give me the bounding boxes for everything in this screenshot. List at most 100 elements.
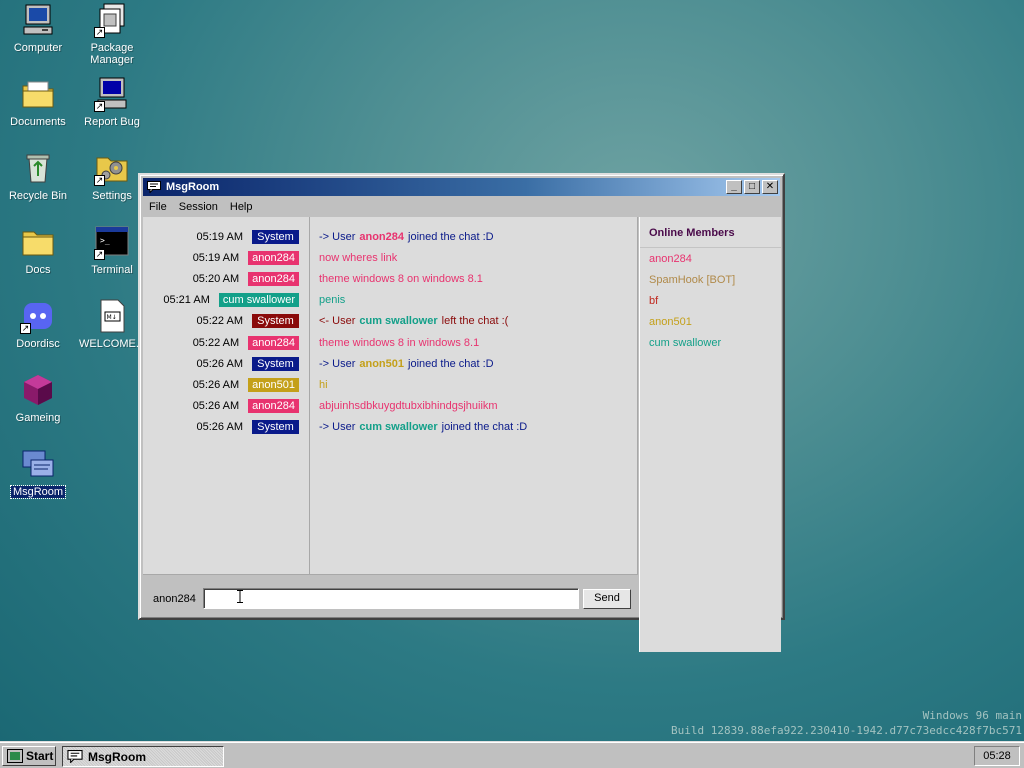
menu-session[interactable]: Session [173,201,224,213]
desktop-icon-doordisc[interactable]: ↗ Doordisc [0,298,76,350]
member-item[interactable]: cum swallower [649,337,721,349]
report-bug-icon: ↗ [94,76,130,112]
taskbar-item-label: MsgRoom [88,749,146,764]
members-divider [640,247,781,248]
package-manager-icon: ↗ [94,2,130,38]
message-meta-row: 05:22 AM anon284 [193,332,299,353]
markdown-file-icon: M↓ [94,298,130,334]
message-author-badge[interactable]: anon284 [248,271,299,286]
shortcut-arrow-icon: ↗ [94,249,105,260]
desktop-icon-label: MsgRoom [9,485,67,499]
watermark-line-1: Windows 96 main [922,709,1022,722]
message-timestamp: 05:26 AM [192,378,240,391]
event-username: cum swallower [359,315,438,328]
desktop-icon-docs[interactable]: Docs [0,224,76,276]
message-meta-row: 05:19 AM anon284 [193,247,299,268]
message-text: penis [319,294,346,307]
members-title: Online Members [649,227,735,239]
msgroom-window: MsgRoom _ □ ✕ File Session Help 05:19 AM… [138,173,785,652]
message-text: abjuinhsdbkuygdtubxibhindgsjhuiikm [319,400,498,413]
shortcut-arrow-icon: ↗ [94,101,105,112]
chat-bubble-icon [67,750,83,763]
documents-folder-icon [20,76,56,112]
member-item[interactable]: SpamHook [BOT] [649,274,735,286]
event-username: cum swallower [359,421,438,434]
build-watermark: Windows 96 main Build 12839.88efa922.230… [671,708,1022,738]
message-author-badge[interactable]: anon284 [248,250,299,265]
desktop-icon-label: Doordisc [16,338,60,350]
desktop-icon-label: Recycle Bin [8,190,68,202]
menu-file[interactable]: File [143,201,173,213]
computer-icon [20,2,56,38]
message-text: now wheres link [319,251,398,264]
desktop-icon-documents[interactable]: Documents [0,76,76,128]
send-button[interactable]: Send [583,589,631,609]
message-author-badge[interactable]: anon284 [248,335,299,350]
message-timestamp: 05:22 AM [192,336,240,349]
desktop-icon-report-bug[interactable]: ↗ Report Bug [74,76,150,128]
message-text-row: -> User anon501 joined the chat :D [319,353,494,374]
svg-text:M↓: M↓ [107,314,117,321]
title-bar[interactable]: MsgRoom _ □ ✕ [143,178,780,196]
message-author-badge[interactable]: System [252,356,299,371]
message-timestamp: 05:19 AM [192,251,240,264]
member-item[interactable]: anon284 [649,253,692,265]
message-text-row: now wheres link [319,247,397,268]
desktop-icon-label: Terminal [91,264,133,276]
message-meta-row: 05:20 AM anon284 [193,268,299,289]
message-timestamp: 05:26 AM [196,357,243,370]
desktop-icon-package-manager[interactable]: ↗ Package Manager [74,2,150,66]
message-input[interactable] [203,588,579,609]
taskbar-item-msgroom[interactable]: MsgRoom [62,746,224,767]
message-meta-row: 05:19 AM System [197,226,299,247]
minimize-button[interactable]: _ [726,180,742,194]
desktop-icon-label: Docs [25,264,51,276]
message-timestamp: 05:26 AM [192,400,240,413]
taskbar: Start MsgRoom 05:28 [0,741,1024,768]
message-timestamp: 05:20 AM [192,272,240,285]
start-button[interactable]: Start [2,746,56,766]
message-author-badge[interactable]: System [252,229,299,244]
event-username: anon501 [359,357,405,370]
message-text-row: penis [319,290,345,311]
desktop-icon-computer[interactable]: Computer [0,2,76,54]
message-text-row: <- User cum swallower left the chat :( [319,311,508,332]
settings-icon: ↗ [94,150,130,186]
desktop-icon-label: Computer [13,42,63,54]
message-timestamp: 05:19 AM [196,230,243,243]
taskbar-clock: 05:28 [974,746,1020,766]
maximize-button[interactable]: □ [744,180,760,194]
message-text-row: -> User anon284 joined the chat :D [319,226,494,247]
desktop-icon-gameing[interactable]: Gameing [0,372,76,424]
menu-help[interactable]: Help [224,201,259,213]
member-item[interactable]: bf [649,295,658,307]
close-button[interactable]: ✕ [762,180,778,194]
message-author-badge[interactable]: cum swallower [218,293,299,308]
text-cursor-icon [237,590,243,603]
event-suffix: left the chat :( [441,315,509,328]
doordisc-icon: ↗ [20,298,56,334]
desktop-icon-label: WELCOME... [78,338,145,350]
chat-log[interactable]: 05:19 AM System 05:19 AM anon284 05:20 AM ano… [143,217,638,575]
message-text: hi [319,378,328,391]
shortcut-arrow-icon: ↗ [20,323,31,334]
desktop-icon-label: Report Bug [84,116,140,128]
message-text: theme windows 8 in windows 8.1 [319,336,480,349]
window-title: MsgRoom [166,181,220,193]
member-item[interactable]: anon501 [649,316,692,328]
desktop-icon-label: Gameing [15,412,61,424]
message-text-row: theme windows 8 on windows 8.1 [319,268,483,289]
message-author-badge[interactable]: anon284 [248,399,299,414]
shortcut-arrow-icon: ↗ [94,175,105,186]
message-author-badge[interactable]: System [252,314,299,329]
desktop-icon-msgroom[interactable]: MsgRoom [0,446,76,499]
event-prefix: <- User [319,315,356,328]
message-meta-row: 05:26 AM System [197,353,299,374]
desktop-icon-recycle-bin[interactable]: Recycle Bin [0,150,76,202]
event-suffix: joined the chat :D [408,357,494,370]
message-author-badge[interactable]: System [252,420,299,435]
message-meta-row: 05:26 AM anon501 [193,374,299,395]
msgroom-icon [20,446,56,482]
message-author-badge[interactable]: anon501 [248,377,299,392]
message-timestamp: 05:22 AM [196,315,243,328]
